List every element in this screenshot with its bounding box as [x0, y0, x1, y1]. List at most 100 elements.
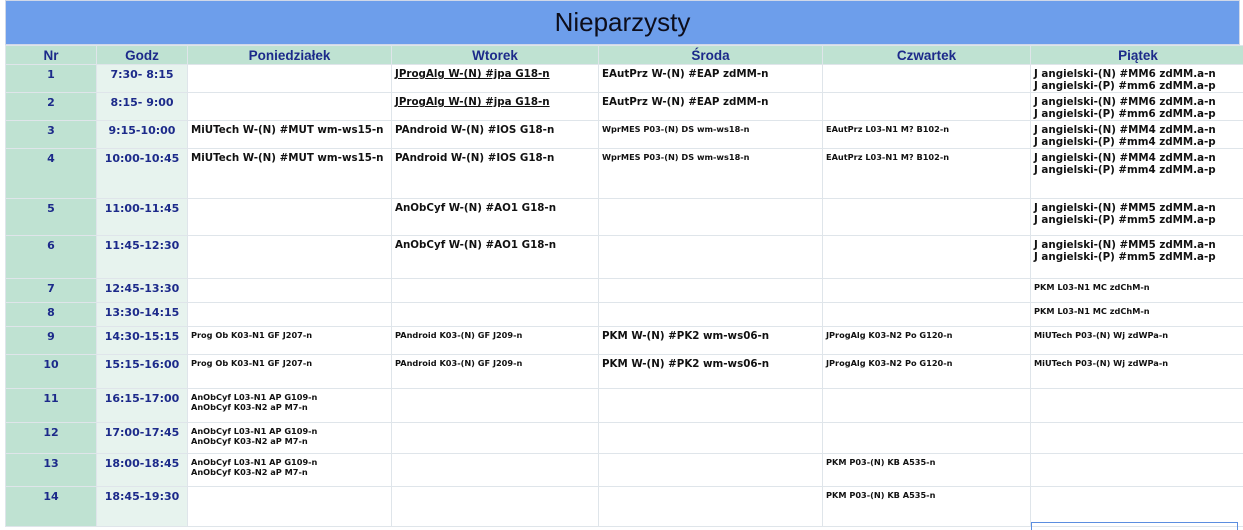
time-cell[interactable]: 18:00-18:45: [96, 453, 188, 487]
schedule-cell-thursday[interactable]: [822, 422, 1031, 454]
schedule-cell-wednesday[interactable]: [598, 453, 823, 487]
schedule-cell-tuesday[interactable]: PAndroid W-(N) #IOS G18-n: [391, 120, 599, 149]
schedule-cell-friday[interactable]: [1030, 388, 1243, 423]
header-wednesday[interactable]: Środa: [598, 45, 823, 65]
schedule-cell-wednesday[interactable]: PKM W-(N) #PK2 wm-ws06-n: [598, 326, 823, 355]
schedule-cell-friday[interactable]: J angielski-(N) #MM6 zdMM.a-n J angielski…: [1030, 64, 1243, 93]
schedule-cell-friday[interactable]: MiUTech P03-(N) Wj zdWPa-n: [1030, 354, 1243, 389]
schedule-cell-thursday[interactable]: JProgAlg K03-N2 Po G120-n: [822, 326, 1031, 355]
time-cell[interactable]: 10:00-10:45: [96, 148, 188, 199]
schedule-cell-thursday[interactable]: PKM P03-(N) KB A535-n: [822, 453, 1031, 487]
schedule-cell-wednesday[interactable]: EAutPrz W-(N) #EAP zdMM-n: [598, 64, 823, 93]
schedule-cell-friday[interactable]: J angielski-(N) #MM5 zdMM.a-n J angielski…: [1030, 198, 1243, 236]
row-number-cell[interactable]: 11: [5, 388, 97, 423]
time-cell[interactable]: 13:30-14:15: [96, 302, 188, 327]
header-monday[interactable]: Poniedziałek: [187, 45, 392, 65]
schedule-cell-tuesday[interactable]: [391, 302, 599, 327]
time-cell[interactable]: 17:00-17:45: [96, 422, 188, 454]
schedule-cell-friday[interactable]: J angielski-(N) #MM4 zdMM.a-n J angielski…: [1030, 120, 1243, 149]
schedule-cell-tuesday[interactable]: PAndroid K03-(N) GF J209-n: [391, 354, 599, 389]
row-number-cell[interactable]: 1: [5, 64, 97, 93]
schedule-cell-wednesday[interactable]: [598, 198, 823, 236]
schedule-cell-monday[interactable]: [187, 235, 392, 279]
time-cell[interactable]: 11:00-11:45: [96, 198, 188, 236]
schedule-cell-tuesday[interactable]: [391, 453, 599, 487]
header-tuesday[interactable]: Wtorek: [391, 45, 599, 65]
schedule-cell-tuesday[interactable]: [391, 388, 599, 423]
schedule-cell-monday[interactable]: [187, 302, 392, 327]
schedule-cell-thursday[interactable]: EAutPrz L03-N1 M? B102-n: [822, 148, 1031, 199]
schedule-cell-wednesday[interactable]: [598, 486, 823, 527]
time-cell[interactable]: 11:45-12:30: [96, 235, 188, 279]
row-number-cell[interactable]: 6: [5, 235, 97, 279]
time-cell[interactable]: 8:15- 9:00: [96, 92, 188, 121]
schedule-cell-wednesday[interactable]: [598, 302, 823, 327]
row-number-cell[interactable]: 3: [5, 120, 97, 149]
schedule-cell-thursday[interactable]: [822, 64, 1031, 93]
schedule-cell-friday[interactable]: J angielski-(N) #MM4 zdMM.a-n J angielski…: [1030, 148, 1243, 199]
row-number-cell[interactable]: 8: [5, 302, 97, 327]
cell-selection-box[interactable]: [1031, 522, 1238, 530]
schedule-cell-thursday[interactable]: PKM P03-(N) KB A535-n: [822, 486, 1031, 527]
schedule-cell-monday[interactable]: AnObCyf L03-N1 AP G109-n AnObCyf K03-N2 a…: [187, 422, 392, 454]
row-number-cell[interactable]: 14: [5, 486, 97, 527]
schedule-cell-friday[interactable]: [1030, 486, 1243, 527]
schedule-cell-wednesday[interactable]: [598, 278, 823, 303]
time-cell[interactable]: 15:15-16:00: [96, 354, 188, 389]
schedule-cell-thursday[interactable]: EAutPrz L03-N1 M? B102-n: [822, 120, 1031, 149]
schedule-cell-monday[interactable]: [187, 198, 392, 236]
schedule-cell-tuesday[interactable]: AnObCyf W-(N) #AO1 G18-n: [391, 198, 599, 236]
schedule-cell-monday[interactable]: [187, 92, 392, 121]
header-nr[interactable]: Nr: [5, 45, 97, 65]
schedule-cell-tuesday[interactable]: JProgAlg W-(N) #jpa G18-n: [391, 92, 599, 121]
schedule-cell-monday[interactable]: Prog Ob K03-N1 GF J207-n: [187, 326, 392, 355]
row-number-cell[interactable]: 7: [5, 278, 97, 303]
schedule-cell-wednesday[interactable]: [598, 388, 823, 423]
schedule-cell-thursday[interactable]: [822, 198, 1031, 236]
time-cell[interactable]: 16:15-17:00: [96, 388, 188, 423]
schedule-cell-friday[interactable]: PKM L03-N1 MC zdChM-n: [1030, 302, 1243, 327]
schedule-cell-monday[interactable]: AnObCyf L03-N1 AP G109-n AnObCyf K03-N2 a…: [187, 388, 392, 423]
schedule-cell-thursday[interactable]: [822, 388, 1031, 423]
schedule-cell-monday[interactable]: MiUTech W-(N) #MUT wm-ws15-n: [187, 148, 392, 199]
header-thursday[interactable]: Czwartek: [822, 45, 1031, 65]
row-number-cell[interactable]: 4: [5, 148, 97, 199]
schedule-cell-monday[interactable]: Prog Ob K03-N1 GF J207-n: [187, 354, 392, 389]
row-number-cell[interactable]: 12: [5, 422, 97, 454]
time-cell[interactable]: 9:15-10:00: [96, 120, 188, 149]
schedule-cell-wednesday[interactable]: [598, 422, 823, 454]
time-cell[interactable]: 18:45-19:30: [96, 486, 188, 527]
schedule-cell-wednesday[interactable]: EAutPrz W-(N) #EAP zdMM-n: [598, 92, 823, 121]
schedule-cell-thursday[interactable]: JProgAlg K03-N2 Po G120-n: [822, 354, 1031, 389]
schedule-cell-thursday[interactable]: [822, 235, 1031, 279]
schedule-cell-tuesday[interactable]: AnObCyf W-(N) #AO1 G18-n: [391, 235, 599, 279]
schedule-cell-tuesday[interactable]: JProgAlg W-(N) #jpa G18-n: [391, 64, 599, 93]
schedule-cell-thursday[interactable]: [822, 92, 1031, 121]
schedule-cell-tuesday[interactable]: PAndroid W-(N) #IOS G18-n: [391, 148, 599, 199]
header-godz[interactable]: Godz: [96, 45, 188, 65]
row-number-cell[interactable]: 10: [5, 354, 97, 389]
schedule-cell-monday[interactable]: AnObCyf L03-N1 AP G109-n AnObCyf K03-N2 a…: [187, 453, 392, 487]
row-number-cell[interactable]: 5: [5, 198, 97, 236]
schedule-cell-friday[interactable]: MiUTech P03-(N) Wj zdWPa-n: [1030, 326, 1243, 355]
schedule-cell-wednesday[interactable]: [598, 235, 823, 279]
schedule-cell-thursday[interactable]: [822, 278, 1031, 303]
time-cell[interactable]: 14:30-15:15: [96, 326, 188, 355]
row-number-cell[interactable]: 2: [5, 92, 97, 121]
schedule-cell-friday[interactable]: [1030, 453, 1243, 487]
schedule-cell-wednesday[interactable]: WprMES P03-(N) DS wm-ws18-n: [598, 148, 823, 199]
schedule-cell-wednesday[interactable]: WprMES P03-(N) DS wm-ws18-n: [598, 120, 823, 149]
schedule-cell-friday[interactable]: PKM L03-N1 MC zdChM-n: [1030, 278, 1243, 303]
header-friday[interactable]: Piątek: [1030, 45, 1243, 65]
schedule-cell-monday[interactable]: MiUTech W-(N) #MUT wm-ws15-n: [187, 120, 392, 149]
schedule-cell-friday[interactable]: J angielski-(N) #MM5 zdMM.a-n J angielski…: [1030, 235, 1243, 279]
schedule-cell-tuesday[interactable]: [391, 278, 599, 303]
time-cell[interactable]: 7:30- 8:15: [96, 64, 188, 93]
schedule-cell-monday[interactable]: [187, 64, 392, 93]
schedule-cell-friday[interactable]: J angielski-(N) #MM6 zdMM.a-n J angielski…: [1030, 92, 1243, 121]
schedule-cell-thursday[interactable]: [822, 302, 1031, 327]
schedule-cell-tuesday[interactable]: [391, 422, 599, 454]
schedule-cell-monday[interactable]: [187, 278, 392, 303]
schedule-cell-tuesday[interactable]: PAndroid K03-(N) GF J209-n: [391, 326, 599, 355]
schedule-cell-wednesday[interactable]: PKM W-(N) #PK2 wm-ws06-n: [598, 354, 823, 389]
